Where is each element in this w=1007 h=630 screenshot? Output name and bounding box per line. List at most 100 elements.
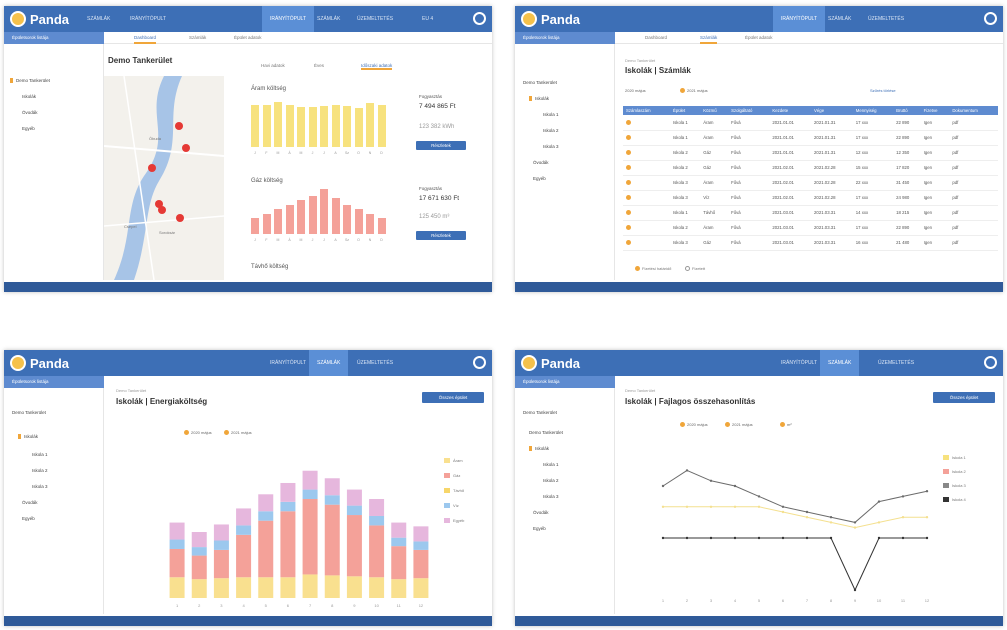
tab-dashboard[interactable]: Dashboard [134,35,157,44]
chart-tab-active[interactable]: Időszaki adatok [361,63,393,70]
nav-item[interactable]: SZÁMLÁK [820,6,859,32]
tree-item[interactable]: Egyéb [533,526,546,531]
table-row[interactable]: Iskola 3 Áram Fővá 2021.02.01 2021.02.28 22 x… [623,175,998,191]
tree-item[interactable]: Iskola 1 [543,112,559,117]
tree-item[interactable]: Demo Tankerület [12,410,46,415]
column-header[interactable]: Szolgáltató [728,106,770,115]
nav-item[interactable]: ÜZEMELTETÉS [860,6,912,32]
tree-item[interactable]: Óvodák [22,110,38,115]
tree-item[interactable]: Iskola 2 [32,468,48,473]
tab-szamlak[interactable]: Számlák [700,35,718,44]
column-header[interactable]: Mennyiség [852,106,894,115]
table-row[interactable]: Iskola 1 Távhő Fővá 2021.03.01 2021.03.31 14 … [623,205,998,221]
tab-epulet[interactable]: Épület adatok [234,35,262,40]
filter-to[interactable]: 2021 május [224,430,252,436]
column-header[interactable]: Kezdete [769,106,812,115]
filter-to[interactable]: 2021 május [680,88,708,94]
download-icon[interactable]: pdf [949,235,998,251]
tree-item[interactable]: Iskola 2 [543,478,559,483]
table-row[interactable]: Iskola 2 Áram Fővá 2021.03.01 2021.03.31 17 x… [623,220,998,236]
breadcrumb[interactable]: Demo Tankerület [625,58,655,63]
details-button[interactable]: Részletek [416,141,466,150]
tab-szamlak[interactable]: Számlák [189,35,206,40]
nav-item-active[interactable]: SZÁMLÁK [309,350,349,376]
nav-item[interactable]: IRÁNYÍTÓPULT [122,6,174,32]
legend-item[interactable]: Iskola 3 [943,483,966,489]
panda-logo[interactable]: Panda [10,10,69,28]
table-row[interactable]: Iskola 1 Áram Fővá 2021.01.01 2021.01.31 17 x… [623,115,998,131]
legend-item[interactable]: Távhő [444,488,464,494]
breadcrumb[interactable]: Demo Tankerület [116,388,146,393]
filter-from[interactable]: 2020 május [184,430,212,436]
tree-item[interactable]: Iskola 3 [32,484,48,489]
tree-item[interactable]: Iskolák [22,94,36,99]
tree-item[interactable]: Iskola 1 [32,452,48,457]
column-header[interactable]: Dokumentum [949,106,998,115]
tree-item[interactable]: Demo Tankerület [523,410,557,415]
tree-item[interactable]: Egyéb [22,126,35,131]
nav-item[interactable]: IRÁNYÍTÓPULT [773,350,825,376]
tree-item[interactable]: Iskolák [529,96,549,101]
tab-epulet[interactable]: Épület adatok [745,35,773,40]
tree-item[interactable]: Iskola 3 [543,494,559,499]
details-button[interactable]: Részletek [416,231,466,240]
legend-item[interactable]: Egyéb [444,518,464,524]
filter-unit[interactable]: m² [780,422,792,428]
chart-tab[interactable]: Éves [314,63,324,68]
user-icon[interactable] [473,12,486,25]
column-header[interactable]: Vége [811,106,853,115]
tree-item[interactable]: Demo Tankerület [10,78,50,83]
download-icon[interactable]: pdf [949,115,998,131]
tree-item[interactable]: Iskola 1 [543,462,559,467]
nav-item[interactable]: ÜZEMELTETÉS [349,6,401,32]
download-icon[interactable]: pdf [949,175,998,191]
nav-item[interactable]: IRÁNYÍTÓPULT [262,350,314,376]
user-icon[interactable] [473,356,486,369]
column-header[interactable]: Fizetve [920,106,950,115]
nav-item[interactable]: EU 4 [414,6,441,32]
map[interactable]: Óbuda Csepel Soroksár [104,76,224,280]
tree-item[interactable]: Iskola 3 [543,144,559,149]
download-icon[interactable]: pdf [949,145,998,161]
legend-item[interactable]: Iskola 4 [943,497,966,503]
filter-to[interactable]: 2021 május [725,422,753,428]
legend-item[interactable]: Iskola 1 [943,455,966,461]
nav-item[interactable]: SZÁMLÁK [79,6,118,32]
filter-from[interactable]: 2020 május [625,88,646,93]
column-header[interactable]: Számlaszám [623,106,670,115]
user-icon[interactable] [984,356,997,369]
tree-item[interactable]: Iskolák [18,434,38,439]
panda-logo[interactable]: Panda [10,354,69,372]
tree-item[interactable]: Óvodák [22,500,38,505]
table-row[interactable]: Iskola 1 Áram Fővá 2021.01.01 2021.01.31 17 x… [623,130,998,146]
download-icon[interactable]: pdf [949,160,998,176]
column-header[interactable]: Bruttó [893,106,921,115]
column-header[interactable]: Épület [669,106,701,115]
download-icon[interactable]: pdf [949,205,998,221]
user-icon[interactable] [984,12,997,25]
download-icon[interactable]: pdf [949,190,998,206]
tree-item[interactable]: Egyéb [22,516,35,521]
table-row[interactable]: Iskola 2 Gáz Fővá 2021.01.01 2021.01.31 12 xx… [623,145,998,161]
nav-item[interactable]: ÜZEMELTETÉS [870,350,922,376]
tree-item[interactable]: Iskolák [529,446,549,451]
download-icon[interactable]: pdf [949,220,998,236]
tree-item[interactable]: Egyéb [533,176,546,181]
nav-item-active[interactable]: IRÁNYÍTÓPULT [262,6,315,32]
all-buildings-button[interactable]: Összes épület [933,392,995,403]
chart-tab[interactable]: Havi adatok [261,63,285,68]
tree-item[interactable]: Óvodák [533,510,549,515]
filter-from[interactable]: 2020 május [680,422,708,428]
all-buildings-button[interactable]: Összes épület [422,392,484,403]
table-row[interactable]: Iskola 3 Víz Fővá 2021.02.01 2021.02.28 17 xx… [623,190,998,206]
tree-item[interactable]: Demo Tankerület [529,430,563,435]
legend-item[interactable]: Iskola 2 [943,469,966,475]
legend-item[interactable]: Áram [444,458,463,464]
column-header[interactable]: Közmű [700,106,729,115]
panda-logo[interactable]: Panda [521,10,580,28]
legend-item[interactable]: Víz [444,503,459,509]
tree-item[interactable]: Óvodák [533,160,549,165]
nav-item-active[interactable]: IRÁNYÍTÓPULT [773,6,826,32]
clear-filter-link[interactable]: Szűrés törlése [870,88,896,93]
panda-logo[interactable]: Panda [521,354,580,372]
